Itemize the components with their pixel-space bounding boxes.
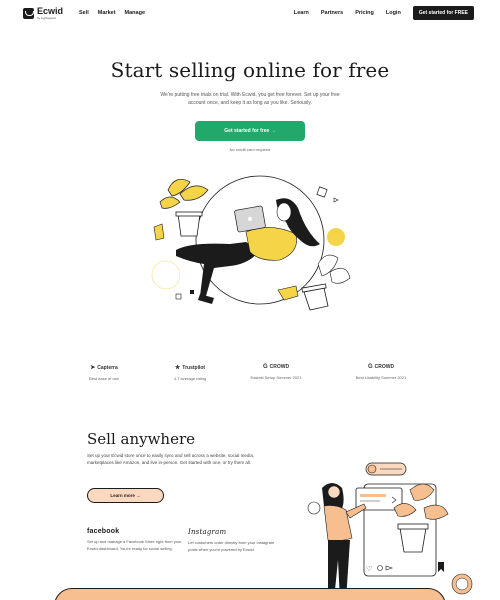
logo-subtitle: by Lightspeed [37,16,56,20]
no-credit-card-note: No credit card required [229,147,271,152]
channel-instagram: Instagram Let customers order directly f… [188,528,283,553]
potted-plant-right [301,254,351,311]
rating-text: Best ease of use [89,376,119,381]
channel-facebook: facebook Set up and manage a Facebook St… [87,528,182,552]
nav-pricing[interactable]: Pricing [355,10,374,16]
rating-text: Best Usability Summer 2021 [355,375,407,380]
nav-sell[interactable]: Sell [79,10,89,16]
rating-brand: CROWD [269,364,290,370]
secondary-nav: Learn Partners Pricing Login Get started… [294,6,474,20]
logo-name: Ecwid [37,6,64,16]
rating-g2-setup: G CROWD Easiest Setup Summer 2021 [226,364,326,380]
star-icon: ★ [174,365,181,371]
g2-icon: G [262,364,268,370]
nav-partners[interactable]: Partners [321,10,343,16]
sell-anywhere-illustration: ♡ [307,462,473,600]
rating-capterra: ➤ Capterra Best ease of use [54,364,154,382]
g2-icon: G [367,364,373,370]
ratings-row: ➤ Capterra Best ease of use ★ Trustpilot 4… [0,364,500,384]
channel-description: Set up and manage a Facebook Store right… [87,539,182,551]
rating-brand: CROWD [374,364,395,370]
sell-anywhere-title: Sell anywhere [87,430,196,448]
rating-brand: Trustpilot [182,364,206,371]
rating-text: Easiest Setup Summer 2021 [250,375,302,380]
site-header: Ecwid by Lightspeed Sell Market Manage L… [0,0,500,26]
ecwid-logo[interactable]: Ecwid by Lightspeed [23,7,63,20]
hero-title: Start selling online for free [110,58,390,82]
channel-description: Let customers order directly from your I… [188,540,275,552]
facebook-wordmark[interactable]: facebook [87,528,182,535]
heart-icon: ♡ [366,565,372,573]
rating-text: 4.7 average rating [173,376,207,381]
rating-brand: Capterra [97,364,118,371]
header-get-started-button[interactable]: Get started for FREE [412,6,474,20]
ecwid-logo-icon [23,8,34,19]
capterra-arrow-icon: ➤ [90,365,96,371]
sell-anywhere-description: Set up your Ecwid store once to easily s… [87,453,255,465]
hero-subtitle: We're putting free trials on trial. With… [160,92,340,106]
nav-learn[interactable]: Learn [294,10,309,16]
rating-trustpilot: ★ Trustpilot 4.7 average rating [140,364,240,382]
learn-more-button[interactable]: Learn more → [87,488,164,503]
rating-g2-usability: G CROWD Best Usability Summer 2021 [331,364,431,380]
nav-manage[interactable]: Manage [125,10,145,16]
nav-login[interactable]: Login [386,10,401,16]
instagram-wordmark[interactable]: Instagram [188,528,283,536]
hero-get-started-button[interactable]: Get started for free → [195,121,305,141]
primary-nav: Sell Market Manage [79,10,145,16]
potted-plant-left [159,179,209,237]
bookmark-icon [438,562,444,572]
bottom-peach-band [54,588,446,600]
nav-market[interactable]: Market [98,10,116,16]
hero-illustration [151,175,351,311]
